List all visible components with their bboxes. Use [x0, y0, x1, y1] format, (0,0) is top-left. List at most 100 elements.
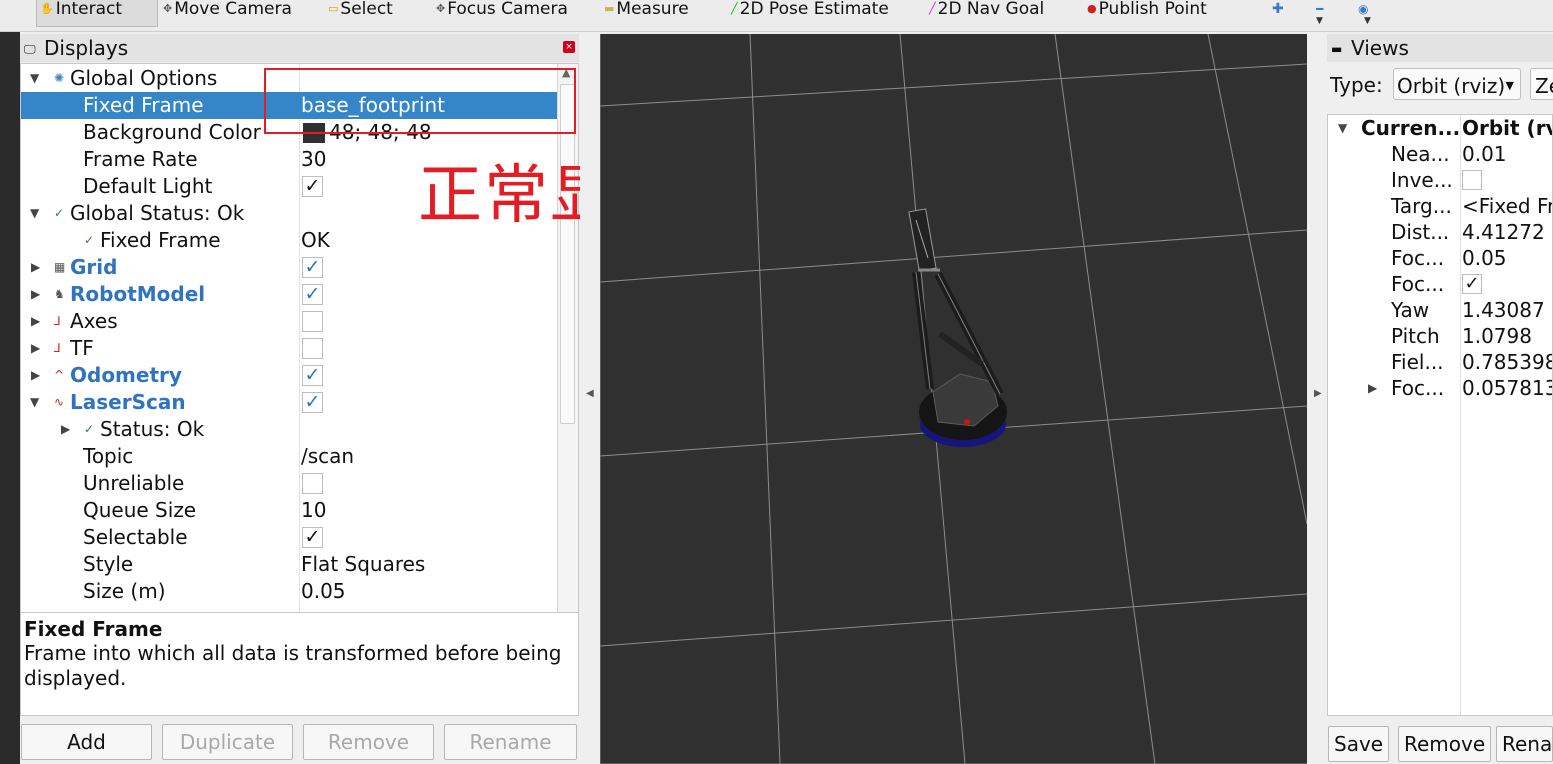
tool-focus-camera[interactable]: ✥ Focus Camera	[436, 0, 568, 24]
collapse-left-icon[interactable]: ◀	[586, 388, 594, 399]
chevron-right-icon[interactable]: ▶	[1368, 375, 1377, 401]
camera-icon: ▬	[1331, 42, 1343, 56]
view-row-invert[interactable]: Inve...	[1328, 167, 1552, 193]
tree-row-queue-size[interactable]: Queue Size 10	[21, 497, 558, 524]
views-panel-title: ▬ Views	[1327, 34, 1553, 62]
laserscan-icon: ∿	[54, 395, 65, 409]
view-properties-tree: ▼ Curren... Orbit (rviz) Nea... 0.01 Inv…	[1327, 114, 1553, 716]
tool-2d-pose-estimate[interactable]: ╱ 2D Pose Estimate	[731, 0, 889, 24]
chevron-down-icon[interactable]: ▼	[30, 389, 39, 416]
zero-button[interactable]: Zero	[1530, 68, 1553, 100]
checkbox[interactable]: ✓	[1462, 274, 1482, 294]
render-viewport[interactable]	[600, 34, 1307, 764]
plus-icon: ✚	[1272, 1, 1284, 17]
checkbox[interactable]: ✓	[302, 257, 323, 278]
vertical-scrollbar[interactable]: ▲ ▼	[557, 64, 578, 638]
tool-measure[interactable]: ▬ Measure	[604, 0, 689, 24]
chevron-right-icon[interactable]: ▶	[31, 254, 40, 281]
checkbox[interactable]	[1462, 170, 1482, 190]
checkbox[interactable]	[302, 311, 323, 332]
checkbox[interactable]	[302, 473, 323, 494]
tree-row-tf[interactable]: ▶ ⅃ TF	[21, 335, 558, 362]
chevron-down-icon[interactable]: ▼	[30, 65, 39, 92]
tree-row-laserscan[interactable]: ▼ ∿ LaserScan ✓	[21, 389, 558, 416]
robot-icon: ♞	[54, 287, 65, 301]
tree-row-global-options[interactable]: ▼ ✺ Global Options	[21, 65, 558, 92]
view-row-focal-shape-fixed[interactable]: Foc... ✓	[1328, 271, 1552, 297]
chevron-right-icon[interactable]: ▶	[61, 416, 70, 443]
right-splitter[interactable]: ▶	[1308, 34, 1328, 764]
checkbox[interactable]: ✓	[302, 527, 323, 548]
nav-goal-icon: ╱	[929, 2, 936, 15]
checkbox[interactable]: ✓	[302, 176, 323, 197]
chevron-down-icon: ▼	[1316, 16, 1323, 26]
view-options-button[interactable]: ◉ ▼	[1358, 0, 1371, 26]
left-splitter[interactable]: ◀	[580, 34, 600, 764]
rename-button[interactable]: Rename	[444, 724, 577, 760]
pose-estimate-icon: ╱	[731, 2, 738, 15]
tree-row-selectable[interactable]: Selectable ✓	[21, 524, 558, 551]
checkbox[interactable]: ✓	[302, 365, 323, 386]
tool-move-camera[interactable]: ✥ Move Camera	[163, 0, 292, 24]
scroll-up-icon[interactable]: ▲	[562, 66, 570, 79]
chevron-right-icon[interactable]: ▶	[31, 308, 40, 335]
chevron-right-icon[interactable]: ▶	[31, 362, 40, 389]
view-row-field-of-view[interactable]: Fiel... 0.785398	[1328, 349, 1552, 375]
rename-view-button[interactable]: Rename	[1496, 726, 1553, 762]
property-description: Fixed Frame Frame into which all data is…	[20, 612, 579, 716]
view-row-current[interactable]: ▼ Curren... Orbit (rviz)	[1328, 115, 1552, 141]
chevron-right-icon[interactable]: ▶	[31, 281, 40, 308]
measure-icon: ▬	[604, 2, 615, 15]
tree-row-size[interactable]: Size (m) 0.05	[21, 578, 558, 605]
tree-row-axes[interactable]: ▶ ⅃ Axes	[21, 308, 558, 335]
remove-tool-button[interactable]: ━ ▼	[1316, 0, 1323, 26]
chevron-down-icon[interactable]: ▼	[1338, 115, 1347, 141]
save-view-button[interactable]: Save	[1328, 726, 1390, 762]
tree-row-style[interactable]: Style Flat Squares	[21, 551, 558, 578]
fixed-frame-value[interactable]: base_footprint	[301, 92, 445, 119]
tool-interact[interactable]: ✋ Interact	[36, 0, 158, 27]
close-icon[interactable]: ×	[563, 41, 575, 53]
tool-select[interactable]: ▭ Select	[328, 0, 393, 24]
view-row-target-frame[interactable]: Targ... <Fixed Frame>	[1328, 193, 1552, 219]
add-tool-button[interactable]: ✚	[1272, 0, 1284, 24]
scrollbar-thumb[interactable]	[560, 84, 575, 424]
view-row-pitch[interactable]: Pitch 1.0798	[1328, 323, 1552, 349]
tf-icon: ⅃	[54, 341, 61, 355]
view-row-focal-shape-size[interactable]: Foc... 0.05	[1328, 245, 1552, 271]
remove-button[interactable]: Remove	[303, 724, 434, 760]
checkbox[interactable]	[302, 338, 323, 359]
displays-panel-title: 🖵 Displays ×	[20, 34, 579, 62]
tree-row-unreliable[interactable]: Unreliable	[21, 470, 558, 497]
tree-row-odometry[interactable]: ▶ ^ Odometry ✓	[21, 362, 558, 389]
tool-publish-point[interactable]: ● Publish Point	[1087, 0, 1207, 24]
odometry-icon: ^	[54, 368, 65, 382]
checkbox[interactable]: ✓	[302, 284, 323, 305]
tree-row-grid[interactable]: ▶ ▦ Grid ✓	[21, 254, 558, 281]
color-swatch[interactable]	[303, 123, 325, 143]
remove-view-button[interactable]: Remove	[1398, 726, 1492, 762]
hand-icon: ✋	[40, 2, 54, 15]
tool-2d-nav-goal[interactable]: ╱ 2D Nav Goal	[929, 0, 1044, 24]
checkmark-icon: ✓	[84, 233, 95, 247]
collapse-right-icon[interactable]: ▶	[1314, 388, 1322, 399]
checkbox[interactable]: ✓	[302, 392, 323, 413]
focus-camera-icon: ✥	[436, 2, 446, 15]
tree-row-background-color[interactable]: Background Color 48; 48; 48	[21, 119, 558, 146]
tree-row-laserscan-status[interactable]: ▶ ✓ Status: Ok	[21, 416, 558, 443]
view-row-focal-point[interactable]: ▶ Foc... 0.057813	[1328, 375, 1552, 401]
tree-row-robotmodel[interactable]: ▶ ♞ RobotModel ✓	[21, 281, 558, 308]
description-title: Fixed Frame	[24, 617, 163, 641]
duplicate-button[interactable]: Duplicate	[162, 724, 293, 760]
view-type-dropdown[interactable]: Orbit (rviz) ▼	[1393, 68, 1521, 100]
view-row-distance[interactable]: Dist... 4.41272	[1328, 219, 1552, 245]
tree-row-fixed-frame[interactable]: Fixed Frame base_footprint	[21, 92, 558, 119]
chevron-right-icon[interactable]: ▶	[31, 335, 40, 362]
description-body: Frame into which all data is transformed…	[24, 641, 562, 690]
view-row-yaw[interactable]: Yaw 1.43087	[1328, 297, 1552, 323]
chevron-down-icon[interactable]: ▼	[30, 200, 39, 227]
tree-row-topic[interactable]: Topic /scan	[21, 443, 558, 470]
add-button[interactable]: Add	[21, 724, 152, 760]
checkmark-icon: ✓	[84, 422, 95, 436]
view-row-near-clip[interactable]: Nea... 0.01	[1328, 141, 1552, 167]
